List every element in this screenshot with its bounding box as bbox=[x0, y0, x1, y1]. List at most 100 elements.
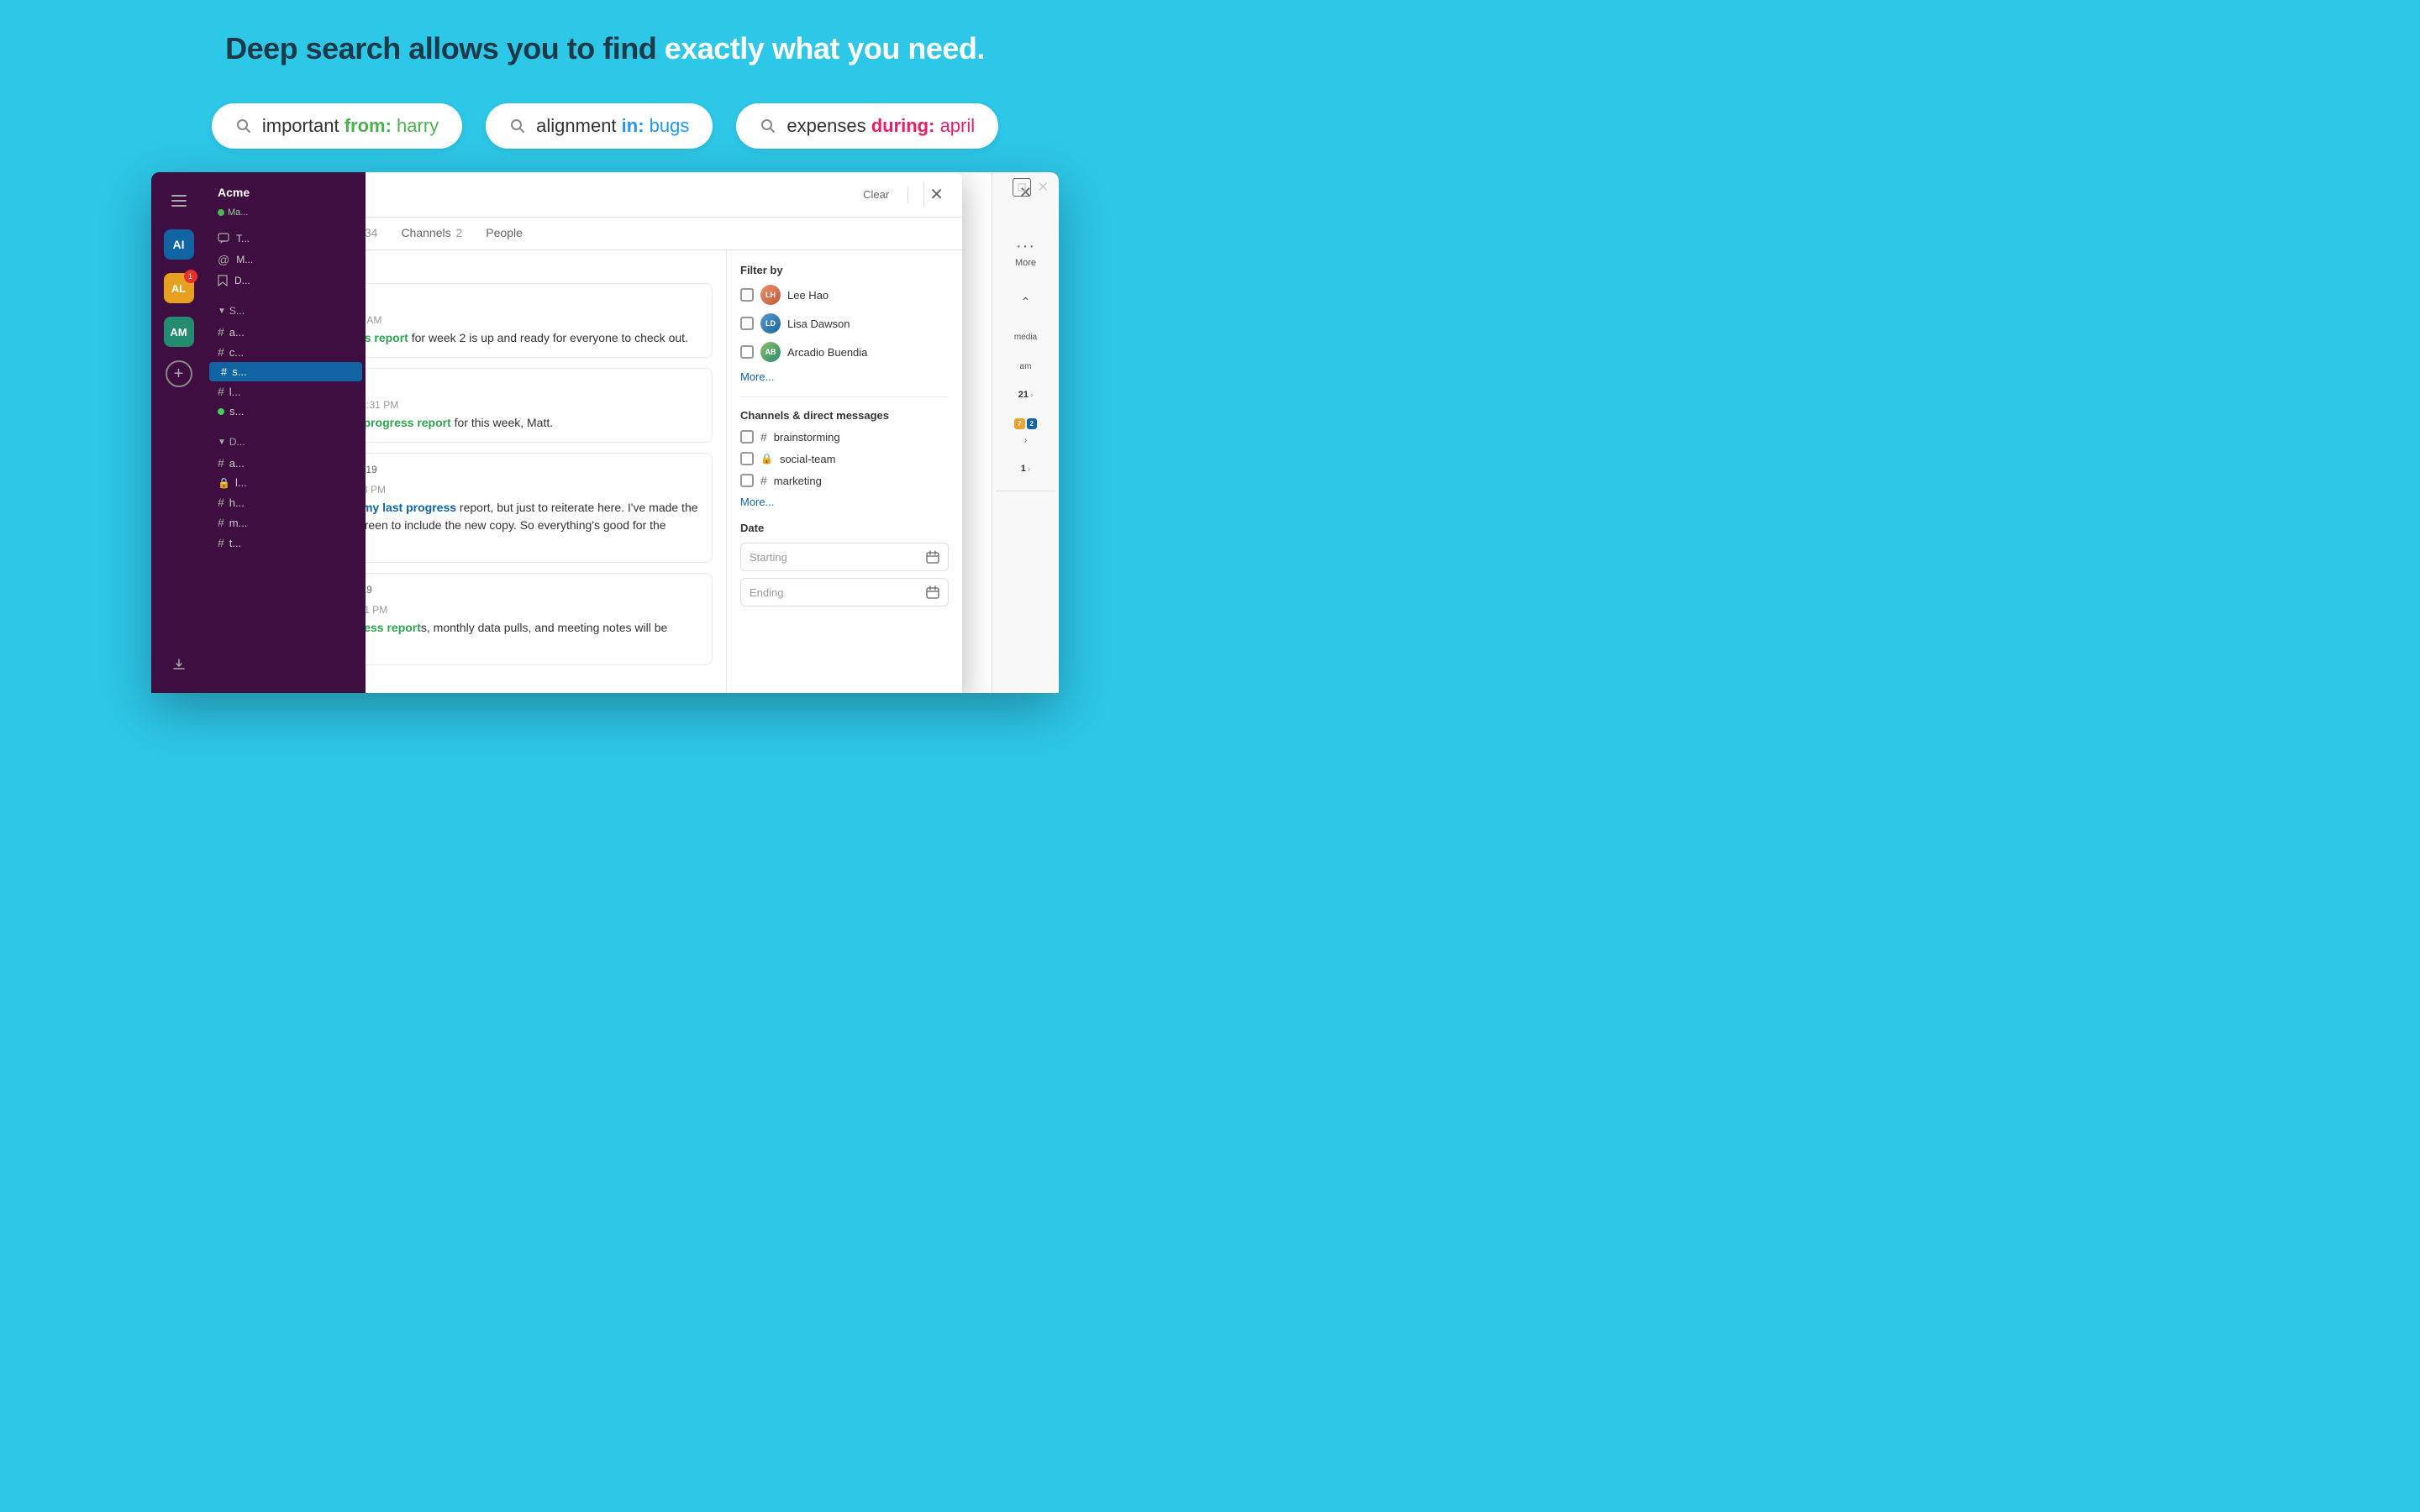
result-card-body-3: SP Sara Parras 4:13 PM I've included it … bbox=[366, 482, 698, 552]
search-clear-button[interactable]: Clear bbox=[856, 185, 896, 204]
download-icon[interactable] bbox=[164, 649, 194, 680]
dm-item-m[interactable]: #m... bbox=[206, 512, 366, 533]
result-text-3: I've included it in my last progress rep… bbox=[366, 499, 698, 552]
result-content-2: Jagdeep Das 12:31 PM I'm including that … bbox=[366, 397, 698, 432]
right-panel-more[interactable]: ··· More bbox=[1010, 232, 1041, 273]
main-content: Clear ✕ Messages 9k Files 234 Channels 2… bbox=[366, 172, 992, 693]
channel-item-a[interactable]: #a... bbox=[206, 322, 366, 342]
window-close-button[interactable]: ✕ bbox=[1038, 179, 1049, 196]
filter-divider bbox=[740, 396, 949, 397]
filter-channel-name-1: brainstorming bbox=[774, 431, 840, 444]
filter-by-label: Filter by bbox=[740, 264, 949, 276]
filter-avatar-p3: AB bbox=[760, 342, 781, 362]
filter-checkbox-c3[interactable] bbox=[740, 474, 754, 487]
media-label: media bbox=[1014, 333, 1037, 342]
tab-channels[interactable]: Channels 2 bbox=[389, 218, 474, 249]
pill3-text: expenses during: april bbox=[786, 115, 975, 137]
dms-section-header: ▼ D... bbox=[206, 431, 366, 453]
channel-item-s-active[interactable]: #s... bbox=[209, 362, 362, 381]
hamburger-menu-icon[interactable] bbox=[164, 186, 194, 216]
sort-row: Most relevant ▾ bbox=[366, 260, 713, 273]
search-pills-row: important from: harry alignment in: bugs… bbox=[0, 103, 1210, 149]
result-time-3: 4:13 PM bbox=[366, 484, 386, 496]
filter-checkbox-p3[interactable] bbox=[740, 345, 754, 359]
ending-placeholder: Ending bbox=[750, 586, 783, 599]
search-modal: Clear ✕ Messages 9k Files 234 Channels 2… bbox=[366, 172, 962, 693]
tab-people[interactable]: People bbox=[474, 218, 534, 249]
search-input-row: Clear ✕ bbox=[366, 172, 962, 218]
result-card-1[interactable]: #general — today LZ Lisa Zhang 8:24 AM T… bbox=[366, 283, 713, 358]
badge-count-nav[interactable]: › bbox=[1024, 436, 1027, 445]
dm-item-t[interactable]: #t... bbox=[206, 533, 366, 553]
results-list: Most relevant ▾ #general — today LZ Lisa… bbox=[366, 250, 727, 693]
page-nav[interactable]: 1 › bbox=[1021, 464, 1030, 474]
result-text-2: I'm including that progress report for t… bbox=[366, 414, 698, 432]
filter-channel-2[interactable]: 🔒 social-team bbox=[740, 452, 949, 465]
channel-item-s2[interactable]: s... bbox=[206, 402, 366, 421]
page-number: 1 bbox=[1021, 464, 1026, 474]
filter-checkbox-p1[interactable] bbox=[740, 288, 754, 302]
more-label: More bbox=[1015, 258, 1036, 268]
search-pill-3[interactable]: expenses during: april bbox=[736, 103, 998, 149]
hash-icon-c1: # bbox=[760, 430, 767, 444]
filter-panel: Filter by LH Lee Hao LD Lisa Dawson bbox=[727, 250, 962, 693]
search-input[interactable] bbox=[366, 187, 848, 202]
search-pill-1[interactable]: important from: harry bbox=[212, 103, 462, 149]
channels-section-header: ▼ S... bbox=[206, 300, 366, 322]
date-display: 21 bbox=[1018, 390, 1028, 400]
filter-channel-1[interactable]: # brainstorming bbox=[740, 430, 949, 444]
page-arrow: › bbox=[1028, 465, 1030, 474]
people-more-link[interactable]: More... bbox=[740, 370, 949, 383]
search-results-area: Most relevant ▾ #general — today LZ Lisa… bbox=[366, 250, 962, 693]
result-content-3: Sara Parras 4:13 PM I've included it in … bbox=[366, 482, 698, 552]
filter-person-3[interactable]: AB Arcadio Buendia bbox=[740, 342, 949, 362]
nav-bookmarks[interactable]: D... bbox=[213, 271, 359, 290]
more-dots-icon: ··· bbox=[1016, 237, 1035, 256]
workspace-badge-am[interactable]: AM bbox=[164, 317, 194, 347]
dm-item-a[interactable]: #a... bbox=[206, 453, 366, 473]
channel-item-l[interactable]: #l... bbox=[206, 381, 366, 402]
result-card-4[interactable]: #development — Jul 10, 2019 MB Matt Brew… bbox=[366, 573, 713, 665]
filter-checkbox-c1[interactable] bbox=[740, 430, 754, 444]
date-nav[interactable]: 21 › bbox=[1018, 390, 1034, 400]
workspace-badge-ai[interactable]: AI bbox=[164, 229, 194, 260]
filter-channel-name-3: marketing bbox=[774, 475, 822, 487]
tab-files[interactable]: Files 234 bbox=[366, 218, 389, 249]
nav-threads[interactable]: T... bbox=[213, 229, 359, 248]
minimize-button[interactable] bbox=[1013, 178, 1031, 197]
channel-item-c[interactable]: #c... bbox=[206, 342, 366, 362]
cal-badges-row: 7 2 bbox=[1014, 418, 1037, 429]
dm-item-lock[interactable]: 🔒l... bbox=[206, 473, 366, 492]
filter-person-1[interactable]: LH Lee Hao bbox=[740, 285, 949, 305]
date-starting-input[interactable]: Starting bbox=[740, 543, 949, 571]
cal-badge-orange: 7 bbox=[1014, 418, 1024, 429]
result-card-2[interactable]: #planning — Sep 21, 2019 JD Jagdeep Das … bbox=[366, 368, 713, 443]
channel-list: Acme Ma... T... @ M... D... ▼ S... bbox=[206, 172, 366, 693]
add-workspace-button[interactable]: + bbox=[166, 360, 192, 387]
badge-count-label: › bbox=[1024, 436, 1027, 445]
filter-person-2[interactable]: LD Lisa Dawson bbox=[740, 313, 949, 333]
result-card-3[interactable]: #development — Sep 18, 2019 SP Sara Parr… bbox=[366, 453, 713, 563]
filter-checkbox-c2[interactable] bbox=[740, 452, 754, 465]
search-pill-2[interactable]: alignment in: bugs bbox=[486, 103, 713, 149]
date-ending-input[interactable]: Ending bbox=[740, 578, 949, 606]
channel-more-link[interactable]: More... bbox=[740, 496, 949, 508]
filter-channel-3[interactable]: # marketing bbox=[740, 474, 949, 487]
search-icon bbox=[509, 118, 526, 134]
filter-checkbox-p2[interactable] bbox=[740, 317, 754, 330]
hero-title: Deep search allows you to find exactly w… bbox=[0, 30, 1210, 66]
dm-item-h[interactable]: #h... bbox=[206, 492, 366, 512]
filter-name-p1: Lee Hao bbox=[787, 289, 829, 302]
result-card-header-4: #development — Jul 10, 2019 bbox=[366, 584, 698, 596]
pill1-text: important from: harry bbox=[262, 115, 439, 137]
starting-placeholder: Starting bbox=[750, 551, 787, 564]
search-close-button[interactable]: ✕ bbox=[923, 182, 949, 207]
result-card-header-3: #development — Sep 18, 2019 bbox=[366, 464, 698, 475]
workspace-name[interactable]: Acme bbox=[206, 179, 366, 206]
date-arrow: › bbox=[1030, 391, 1033, 400]
nav-mentions[interactable]: @ M... bbox=[213, 249, 359, 270]
result-card-body-2: JD Jagdeep Das 12:31 PM I'm including th… bbox=[366, 397, 698, 432]
date-label: Date bbox=[740, 522, 949, 534]
expand-icon[interactable]: ⌃ bbox=[1021, 295, 1031, 309]
result-time-1: 8:24 AM bbox=[366, 314, 381, 326]
